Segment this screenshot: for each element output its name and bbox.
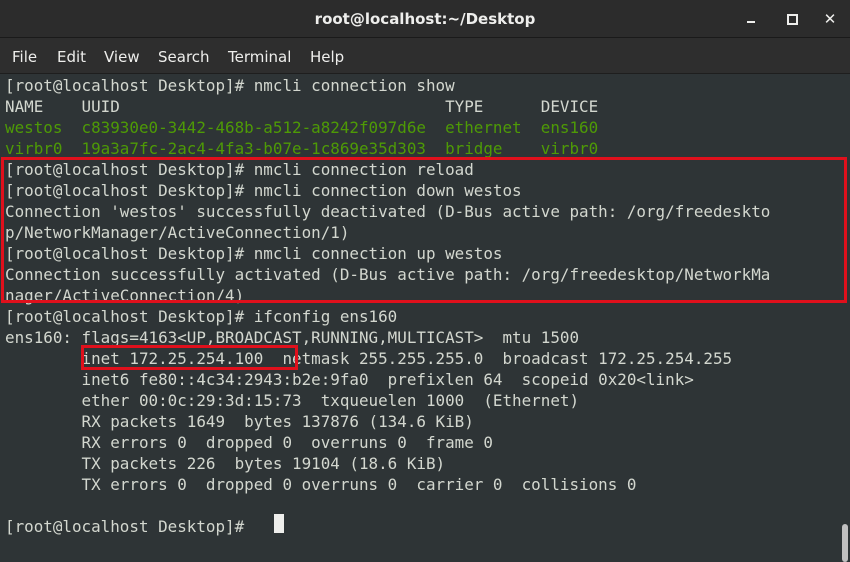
menu-view[interactable]: View: [104, 38, 140, 74]
terminal-line: RX errors 0 dropped 0 overruns 0 frame 0: [5, 433, 493, 452]
terminal-line: nager/ActiveConnection/4): [5, 286, 245, 305]
terminal-line: TX packets 226 bytes 19104 (18.6 KiB): [5, 454, 446, 473]
terminal-line: TX errors 0 dropped 0 overruns 0 carrier…: [5, 475, 637, 494]
terminal-line: [root@localhost Desktop]# ifconfig ens16…: [5, 307, 398, 326]
terminal-window: root@localhost:~/Desktop ✕ File Edit Vie…: [0, 0, 850, 562]
terminal-cursor: [274, 514, 284, 533]
terminal-line: [root@localhost Desktop]# nmcli connecti…: [5, 181, 522, 200]
terminal-line: NAME UUID TYPE DEVICE: [5, 97, 599, 116]
menu-terminal[interactable]: Terminal: [228, 38, 291, 74]
terminal-line: [root@localhost Desktop]# nmcli connecti…: [5, 160, 474, 179]
terminal-line: inet6 fe80::4c34:2943:b2e:9fa0 prefixlen…: [5, 370, 694, 389]
terminal-line: ether 00:0c:29:3d:15:73 txqueuelen 1000 …: [5, 391, 580, 410]
terminal-line: virbr0 19a3a7fc-2ac4-4fa3-b07e-1c869e35d…: [5, 139, 599, 158]
close-icon: ✕: [823, 10, 837, 28]
menu-help[interactable]: Help: [310, 38, 344, 74]
terminal-line: ens160: flags=4163<UP,BROADCAST,RUNNING,…: [5, 328, 580, 347]
terminal-line: [root@localhost Desktop]# nmcli connecti…: [5, 244, 503, 263]
terminal-line: inet 172.25.254.100 netmask 255.255.255.…: [5, 349, 733, 368]
menu-search[interactable]: Search: [158, 38, 210, 74]
terminal-line: [root@localhost Desktop]# nmcli connecti…: [5, 76, 455, 95]
terminal-line: Connection successfully activated (D-Bus…: [5, 265, 771, 284]
minimize-button[interactable]: [741, 9, 761, 29]
scrollbar-thumb[interactable]: [842, 524, 848, 562]
menu-bar: File Edit View Search Terminal Help: [0, 38, 850, 74]
terminal-prompt-line: [root@localhost Desktop]#: [5, 517, 254, 536]
terminal-line: p/NetworkManager/ActiveConnection/1): [5, 223, 350, 242]
close-button[interactable]: ✕: [820, 9, 840, 29]
maximize-button[interactable]: [782, 9, 802, 29]
window-title: root@localhost:~/Desktop: [314, 10, 536, 28]
terminal-line: RX packets 1649 bytes 137876 (134.6 KiB): [5, 412, 474, 431]
menu-edit[interactable]: Edit: [57, 38, 86, 74]
minimize-icon: [747, 21, 755, 23]
terminal-output[interactable]: [root@localhost Desktop]# nmcli connecti…: [0, 74, 850, 562]
menu-file[interactable]: File: [12, 38, 37, 74]
title-bar[interactable]: root@localhost:~/Desktop ✕: [0, 0, 850, 38]
maximize-icon: [786, 13, 798, 25]
terminal-line: Connection 'westos' successfully deactiv…: [5, 202, 771, 221]
terminal-line: westos c83930e0-3442-468b-a512-a8242f097…: [5, 118, 599, 137]
